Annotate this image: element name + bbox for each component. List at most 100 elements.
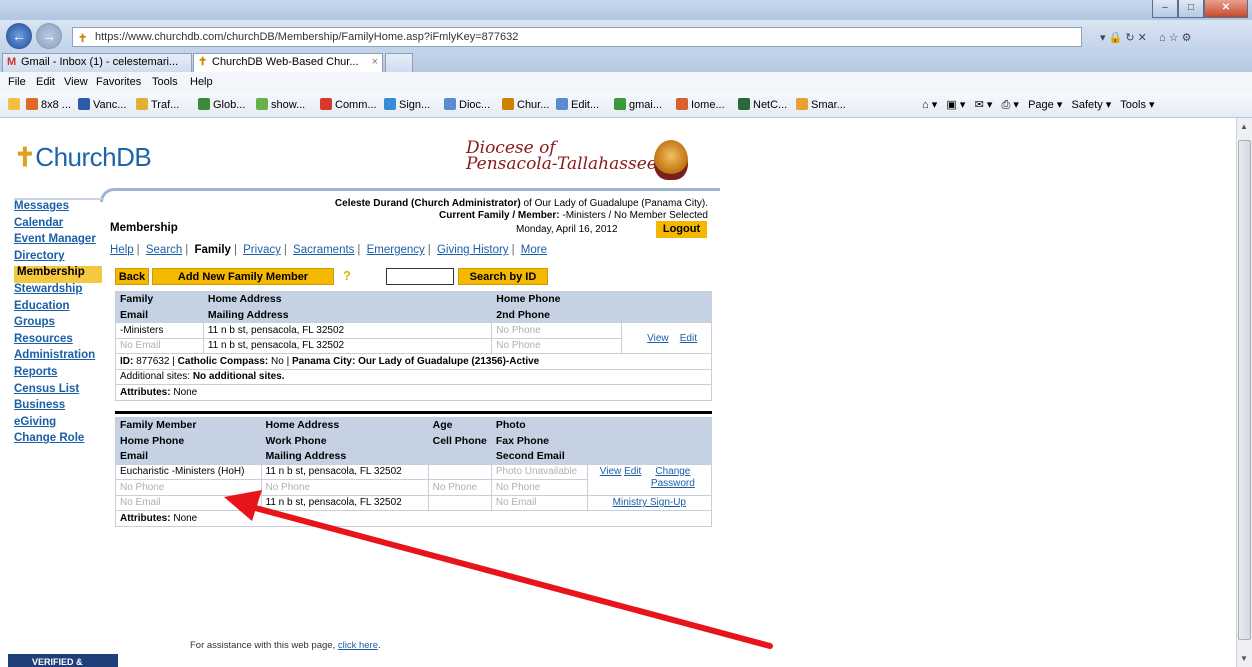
- family-view-link[interactable]: View: [647, 333, 669, 344]
- nav-directory[interactable]: Directory: [14, 250, 102, 267]
- tab-more[interactable]: More: [521, 244, 547, 256]
- nav-event-manager[interactable]: Event Manager: [14, 233, 102, 250]
- add-family-member-button[interactable]: Add New Family Member: [152, 268, 334, 285]
- tab-sacraments[interactable]: Sacraments: [293, 244, 354, 256]
- command-bar: ⌂ ▾ ▣ ▾ ✉ ▾ ⎙ ▾ Page ▾ Safety ▾ Tools ▾: [922, 98, 1155, 112]
- tab-gmail[interactable]: M Gmail - Inbox (1) - celestemari...: [2, 53, 192, 72]
- nav-calendar[interactable]: Calendar: [14, 217, 102, 234]
- fav-item[interactable]: Chur...: [502, 98, 549, 111]
- ministry-signup-link[interactable]: Ministry Sign-Up: [613, 497, 686, 508]
- nav-change-role[interactable]: Change Role: [14, 432, 102, 449]
- scroll-down-icon[interactable]: ▼: [1240, 654, 1248, 663]
- change-password-link[interactable]: Change Password: [647, 466, 699, 490]
- assistance-text: For assistance with this web page, click…: [190, 640, 381, 651]
- fav-item[interactable]: Vanc...: [78, 98, 126, 111]
- fav-item[interactable]: Smar...: [796, 98, 846, 111]
- minimize-icon[interactable]: –: [1152, 0, 1178, 18]
- home-icon[interactable]: ⌂ ▾: [922, 99, 937, 111]
- fav-item[interactable]: Traf...: [136, 98, 179, 111]
- scroll-up-icon[interactable]: ▲: [1240, 122, 1248, 131]
- nav-groups[interactable]: Groups: [14, 316, 102, 333]
- menu-help[interactable]: Help: [190, 76, 213, 88]
- nav-membership[interactable]: Membership: [14, 266, 102, 283]
- cross-icon: ✝: [14, 142, 36, 172]
- fav-item[interactable]: Sign...: [384, 98, 430, 111]
- tab-churchdb[interactable]: ✝ ChurchDB Web-Based Chur... ×: [193, 53, 383, 72]
- member-subnav: Help | Search | Family | Privacy | Sacrament…: [110, 244, 547, 256]
- churchdb-logo[interactable]: ✝ChurchDB: [14, 142, 152, 173]
- menu-tools[interactable]: Tools: [152, 76, 178, 88]
- diocese-logo: Diocese of Pensacola-Tallahassee: [466, 138, 657, 174]
- menu-bar: File Edit View Favorites Tools Help: [0, 72, 1252, 92]
- member-view-link[interactable]: View: [600, 466, 622, 477]
- nav-census-list[interactable]: Census List: [14, 383, 102, 400]
- site-favicon-icon: ✝: [78, 33, 88, 45]
- tab-giving-history[interactable]: Giving History: [437, 244, 509, 256]
- id-search-input[interactable]: [386, 268, 454, 285]
- gmail-icon: M: [7, 56, 17, 68]
- fav-item[interactable]: show...: [256, 98, 305, 111]
- nav-egiving[interactable]: eGiving: [14, 416, 102, 433]
- search-by-id-button[interactable]: Search by ID: [458, 268, 548, 285]
- tab-privacy[interactable]: Privacy: [243, 244, 281, 256]
- nav-messages[interactable]: Messages: [14, 200, 102, 217]
- table-header-row: Family Home Address Home Phone: [115, 291, 712, 323]
- fav-item[interactable]: Comm...: [320, 98, 377, 111]
- menu-favorites[interactable]: Favorites: [96, 76, 141, 88]
- forward-arrow-icon[interactable]: →: [36, 23, 62, 49]
- scroll-thumb[interactable]: [1238, 140, 1251, 640]
- fav-item[interactable]: 8x8 ...: [26, 98, 71, 111]
- family-edit-link[interactable]: Edit: [680, 333, 697, 344]
- page-scrollbar[interactable]: ▲ ▼: [1236, 118, 1252, 667]
- print-icon[interactable]: ⎙ ▾: [1002, 99, 1019, 111]
- nav-education[interactable]: Education: [14, 300, 102, 317]
- fav-item[interactable]: Iome...: [676, 98, 725, 111]
- address-bar-tools[interactable]: ▾ 🔒 ↻ ✕ ⌂ ☆ ⚙: [1100, 31, 1192, 44]
- nav-resources[interactable]: Resources: [14, 333, 102, 350]
- page-content: ✝ChurchDB Diocese of Pensacola-Tallahass…: [0, 118, 1236, 667]
- table-row: -Ministers 11 n b st, pensacola, FL 32502…: [115, 322, 712, 354]
- menu-file[interactable]: File: [8, 76, 26, 88]
- nav-business[interactable]: Business: [14, 399, 102, 416]
- verified-secured-badge[interactable]: VERIFIED & SECURED: [8, 654, 118, 667]
- page-menu[interactable]: Page ▾: [1028, 99, 1062, 111]
- new-tab-button[interactable]: [385, 53, 413, 72]
- nav-administration[interactable]: Administration: [14, 349, 102, 366]
- tools-menu[interactable]: Tools ▾: [1120, 99, 1154, 111]
- diocese-crest-icon: [654, 140, 688, 180]
- feeds-icon[interactable]: ▣ ▾: [946, 99, 965, 111]
- click-here-link[interactable]: click here: [338, 640, 378, 651]
- fav-item[interactable]: gmai...: [614, 98, 662, 111]
- url-text: https://www.churchdb.com/churchDB/Member…: [95, 31, 519, 43]
- nav-stewardship[interactable]: Stewardship: [14, 283, 102, 300]
- table-row: Eucharistic -Ministers (HoH) 11 n b st, p…: [115, 463, 713, 496]
- fav-item[interactable]: Dioc...: [444, 98, 490, 111]
- logout-button[interactable]: Logout: [656, 221, 707, 238]
- tab-strip: M Gmail - Inbox (1) - celestemari... ✝ C…: [0, 50, 1252, 72]
- family-table: Family Home Address Home Phone Email Mailin…: [115, 291, 712, 401]
- tab-family[interactable]: Family: [195, 244, 231, 256]
- member-table: Family Member Home Address Age Photo Home P…: [115, 417, 713, 527]
- section-divider: [115, 411, 712, 414]
- favorites-star-icon[interactable]: [8, 98, 23, 111]
- fav-item[interactable]: NetC...: [738, 98, 787, 111]
- menu-view[interactable]: View: [64, 76, 88, 88]
- fav-item[interactable]: Glob...: [198, 98, 245, 111]
- member-edit-link[interactable]: Edit: [624, 466, 641, 477]
- tab-emergency[interactable]: Emergency: [367, 244, 425, 256]
- left-navigation: Messages Calendar Event Manager Directory Me…: [14, 198, 102, 449]
- nav-reports[interactable]: Reports: [14, 366, 102, 383]
- menu-edit[interactable]: Edit: [36, 76, 55, 88]
- close-tab-icon[interactable]: ×: [372, 54, 378, 71]
- back-arrow-icon[interactable]: ←: [6, 23, 32, 49]
- safety-menu[interactable]: Safety ▾: [1072, 99, 1112, 111]
- close-window-icon[interactable]: ✕: [1204, 0, 1248, 18]
- tab-help[interactable]: Help: [110, 244, 134, 256]
- tab-search[interactable]: Search: [146, 244, 182, 256]
- mail-icon[interactable]: ✉ ▾: [975, 99, 993, 111]
- maximize-icon[interactable]: □: [1178, 0, 1204, 18]
- back-button[interactable]: Back: [115, 268, 149, 285]
- address-bar[interactable]: ✝ https://www.churchdb.com/churchDB/Memb…: [72, 27, 1082, 47]
- help-icon[interactable]: ?: [343, 268, 351, 283]
- fav-item[interactable]: Edit...: [556, 98, 599, 111]
